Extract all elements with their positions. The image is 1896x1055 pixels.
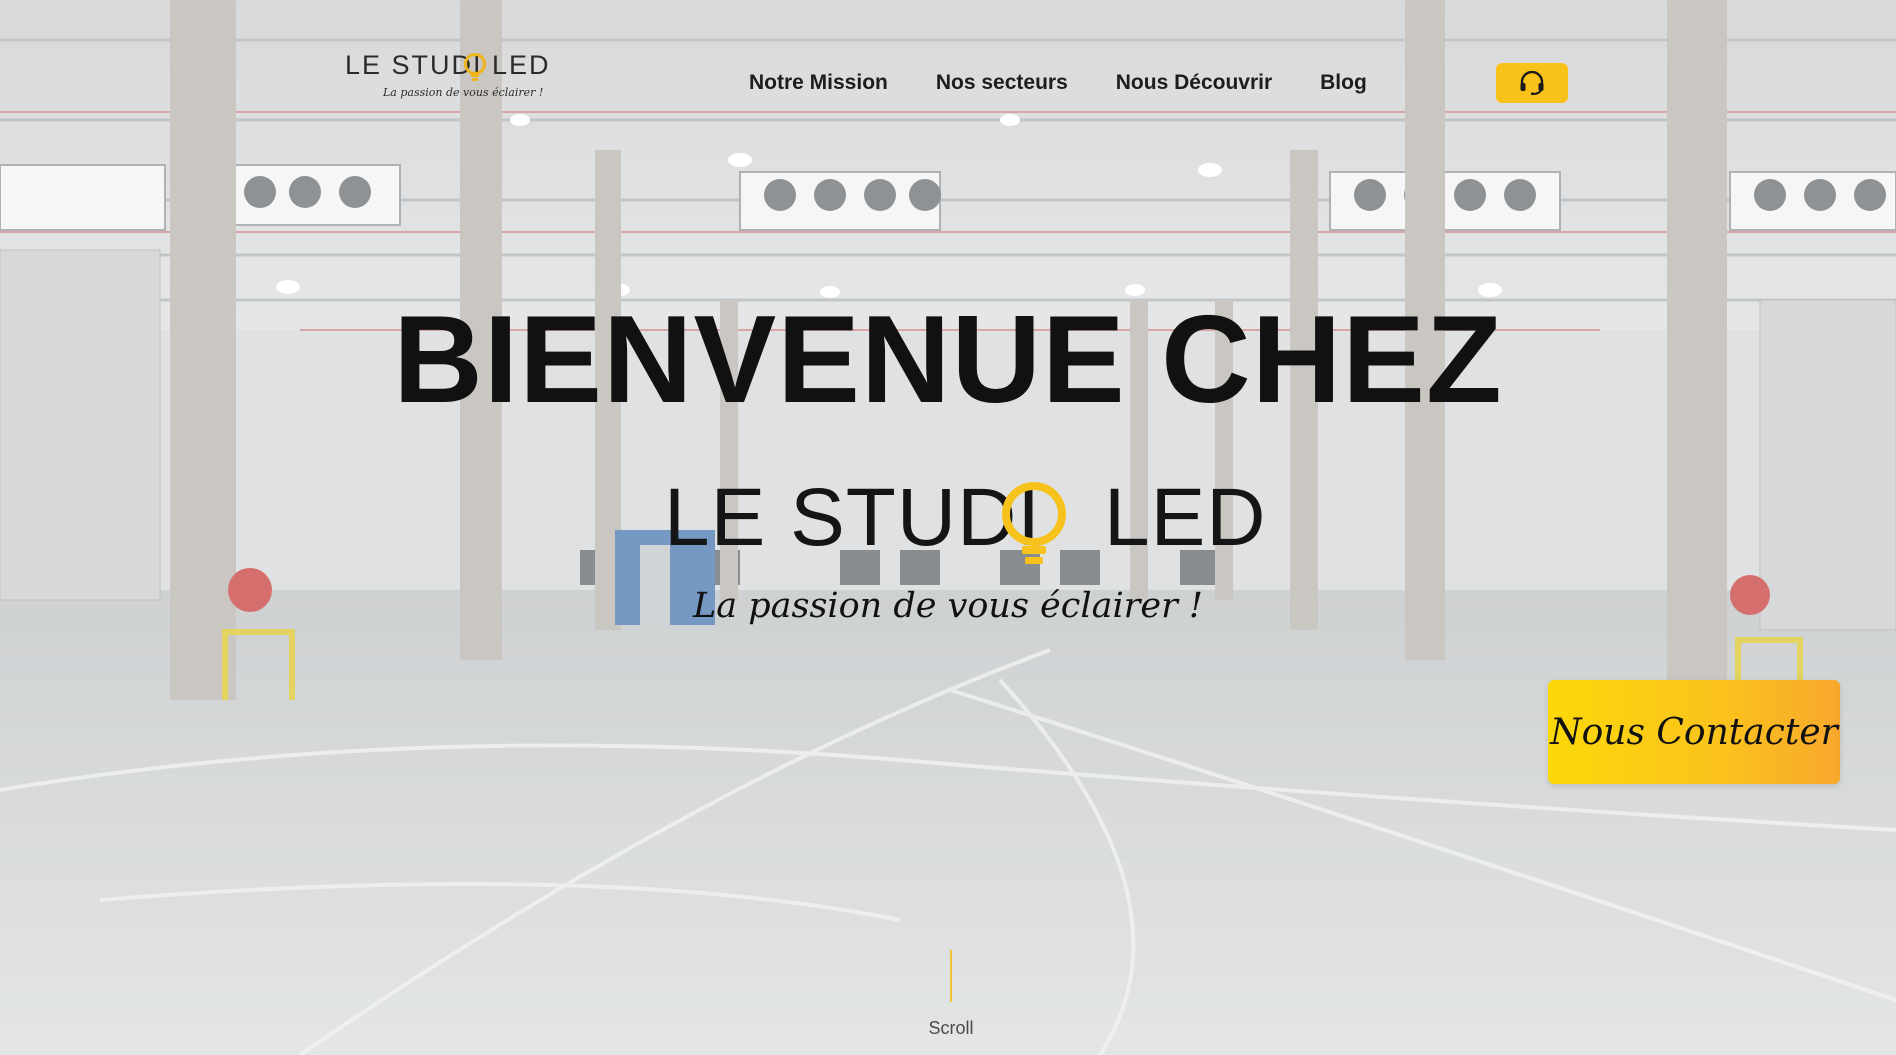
nav-item-nous-decouvrir[interactable]: Nous Découvrir (1116, 66, 1272, 100)
nav-item-notre-mission[interactable]: Notre Mission (749, 66, 888, 100)
bulb-icon (1002, 482, 1066, 564)
headset-icon (1520, 71, 1544, 95)
hero-tagline: La passion de vous éclairer ! (692, 586, 1203, 626)
hero-brand-text-right: LED (1104, 472, 1267, 563)
contact-button-label: Nous Contacter (1550, 711, 1838, 753)
contact-button[interactable]: Nous Contacter (1548, 680, 1840, 784)
site-header: LE STUDI LED La passion de vous éclairer… (0, 0, 1896, 160)
logo-tagline: La passion de vous éclairer ! (383, 86, 544, 99)
nav-item-nos-secteurs[interactable]: Nos secteurs (936, 66, 1068, 100)
hero-brand-logo: LE STUDI LED (664, 470, 1266, 565)
support-button[interactable] (1496, 63, 1568, 103)
hero-title: BIENVENUE CHEZ (393, 291, 1503, 429)
scroll-indicator-line (950, 950, 952, 1002)
site-logo[interactable]: LE STUDI LED La passion de vous éclairer… (345, 50, 549, 106)
main-navigation: Notre Mission Nos secteurs Nous Découvri… (749, 66, 1367, 100)
bulb-logo-icon (464, 53, 486, 81)
logo-text-right: LED (492, 50, 551, 80)
nav-item-blog[interactable]: Blog (1320, 66, 1367, 100)
hero-section: LE STUDI LED La passion de vous éclairer… (0, 0, 1896, 1055)
hero-brand-text-left: LE STUDI (664, 472, 1042, 563)
scroll-label[interactable]: Scroll (0, 1018, 1896, 1039)
